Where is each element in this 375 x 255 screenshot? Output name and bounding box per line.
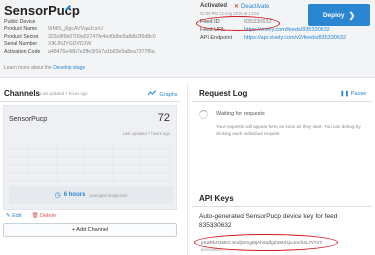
device-info: Public Device Product Name 9rMiS_j6gcAVV…: [4, 19, 156, 56]
divider: [192, 206, 372, 207]
channel-updated: Last updated 7 hours ago: [122, 131, 171, 136]
activated-label: Activated: [200, 3, 228, 9]
request-log-title: Request Log: [199, 89, 248, 98]
graphs-label: Graphs: [159, 92, 178, 98]
develop-note: Learn more about the Develop stage: [4, 65, 85, 71]
develop-note-text: Learn more about the: [4, 65, 54, 71]
channel-name: SensorPucp: [9, 116, 48, 123]
info-key: Serial Number: [4, 41, 38, 48]
waiting-description: Your requests will appear here as soon a…: [216, 124, 361, 136]
pause-button[interactable]: ❚❚ Pause: [340, 91, 366, 97]
deactivate-label: Deactivate: [241, 4, 270, 10]
delete-label: Delete: [40, 213, 57, 219]
api-keys-title: API Keys: [199, 194, 234, 203]
chevron-right-icon: ❯: [348, 10, 356, 20]
add-channel-button[interactable]: + Add Channel: [3, 223, 177, 237]
divider: [0, 101, 180, 102]
close-icon: ✕: [234, 4, 240, 10]
delete-channel-link[interactable]: 🗑 Delete: [32, 213, 56, 219]
info-value: XIKJNJYGDVDJW: [48, 41, 92, 48]
api-key-description: Auto-generated SensorPucp device key for…: [199, 213, 338, 229]
pause-label: Pause: [350, 91, 367, 97]
feed-id-highlight: [196, 16, 280, 31]
info-value: a48476e48b7e3ffe3f1b7a1b83e5a8ea7377f6a: [48, 48, 155, 55]
waiting-text: Waiting for requests: [216, 111, 265, 117]
channels-title: Channels: [4, 89, 41, 98]
info-key: Activation Code: [4, 48, 41, 55]
api-endpoint-link[interactable]: https://api.xively.com/v2/feeds/83533063…: [244, 35, 346, 41]
edit-pencil-icon[interactable]: [64, 3, 74, 15]
api-endpoint-key: API Endpoint: [200, 35, 233, 41]
api-key-highlight: [194, 234, 338, 251]
edit-channel-link[interactable]: ✎ Edit: [6, 213, 22, 219]
clock-icon: ◷: [54, 192, 61, 199]
channels-panel: Channels Last updated 7 hours ago Graphs…: [0, 83, 180, 255]
api-endpoint-row: API Endpoint https://api.xively.com/v2/f…: [200, 35, 346, 41]
deactivate-link[interactable]: ✕ Deactivate: [234, 3, 269, 10]
info-row: Product Name 9rMiS_j6gcAVVqaJcsrU: [4, 26, 156, 33]
info-row: Activation Code a48476e48b7e3ffe3f1b7a1b…: [4, 49, 156, 56]
channel-value: 72: [157, 112, 170, 124]
loading-spinner-icon: [199, 110, 208, 119]
timespan-selector[interactable]: ◷ 6 hours averaged datapoints: [9, 186, 173, 204]
section-label: Public Device: [4, 19, 36, 25]
info-key: Product Secret: [4, 33, 39, 40]
right-panel: Request Log ❚❚ Pause Waiting for request…: [192, 83, 372, 255]
edit-label: Edit: [12, 213, 22, 219]
timespan-note: averaged datapoints: [89, 192, 128, 198]
deploy-label: Deploy: [322, 11, 345, 19]
develop-stage-link[interactable]: Develop stage: [53, 65, 85, 71]
info-value: 9rMiS_j6gcAVVqaJcsrU: [48, 26, 103, 33]
channel-chart: [9, 141, 173, 183]
info-value: 323c8f6b0709a52747fe4ed0dbe5a8db2f6d8c0: [48, 33, 156, 40]
column-divider: [187, 83, 188, 255]
device-header: SensorPucp Public Device Product Name 9r…: [0, 0, 375, 78]
info-row: Product Secret 323c8f6b0709a52747fe4ed0d…: [4, 34, 156, 41]
divider: [192, 101, 372, 102]
channel-card[interactable]: SensorPucp 72 Last updated 7 hours ago ◷: [3, 105, 177, 210]
channel-actions: ✎ Edit 🗑 Delete: [6, 213, 56, 219]
deploy-button[interactable]: Deploy ❯: [308, 4, 370, 26]
graphs-link[interactable]: Graphs: [147, 90, 178, 98]
timespan-value: 6 hours: [63, 192, 86, 198]
channels-updated: Last updated 7 hours ago: [40, 91, 88, 96]
info-row: Serial Number XIKJNJYGDVDJW: [4, 41, 156, 48]
graph-icon: [147, 90, 158, 98]
info-key: Product Name: [4, 26, 38, 33]
